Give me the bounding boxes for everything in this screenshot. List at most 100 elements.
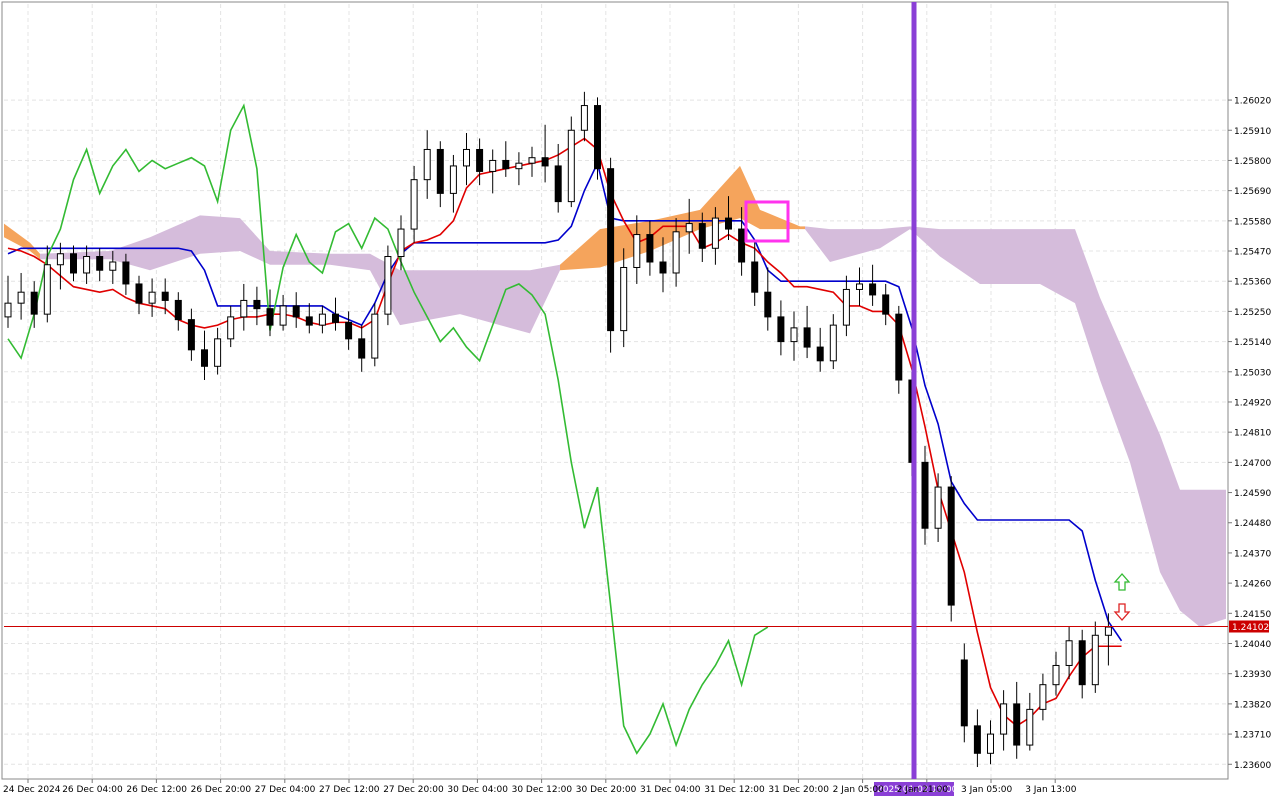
candle-bear	[607, 168, 615, 332]
x-tick-label: 30 Dec 12:00	[512, 785, 573, 795]
candle-bear	[292, 305, 300, 318]
x-tick-label: 3 Jan 05:00	[961, 785, 1013, 795]
candle-bear	[332, 313, 339, 323]
candle-bear	[436, 148, 444, 194]
candle-bull	[397, 228, 405, 258]
candle-bull	[17, 291, 25, 304]
candle-bull	[463, 148, 470, 167]
chart-canvas[interactable]: 1.241022025.01.02 15:00 1.260201.259101.…	[0, 0, 1280, 800]
candle-bull	[1091, 634, 1099, 686]
candle-bull	[711, 217, 719, 249]
candle-bull	[1052, 664, 1060, 686]
y-tick-label: 1.23930	[1234, 670, 1271, 680]
x-tick-label: 31 Dec 12:00	[704, 785, 765, 795]
y-tick-label: 1.24040	[1234, 640, 1271, 650]
candle-bull	[1104, 626, 1112, 636]
candle-bear	[725, 217, 732, 230]
candle-bear	[30, 291, 38, 315]
x-axis: 24 Dec 2024 26 Dec 04:00 26 Dec 12:00 26 De…	[3, 779, 1077, 795]
candle-bear	[266, 308, 274, 326]
candle-bear	[70, 253, 77, 274]
y-tick-label: 1.25470	[1234, 248, 1271, 258]
candle-bull	[567, 129, 575, 203]
candle-bear	[554, 165, 562, 203]
candle-bull	[4, 302, 12, 318]
candle-bull	[620, 266, 628, 332]
candle-bull	[1000, 703, 1008, 735]
x-tick-label: 26 Dec 04:00	[62, 785, 123, 795]
candle-bear	[161, 291, 169, 301]
x-tick-label: 27 Dec 20:00	[383, 785, 444, 795]
candle-bear	[816, 346, 824, 362]
candle-bear	[476, 148, 484, 172]
plot-frame	[1, 1, 1229, 780]
y-tick-label: 1.23710	[1234, 731, 1271, 741]
candle-bull	[633, 234, 641, 268]
candle-bear	[187, 319, 195, 351]
x-tick-label: 24 Dec 2024	[3, 785, 61, 795]
x-tick-label: 30 Dec 20:00	[576, 785, 637, 795]
candle-bull	[489, 159, 497, 172]
y-tick-label: 1.25030	[1234, 368, 1271, 378]
x-tick-label: 27 Dec 12:00	[319, 785, 380, 795]
candle-bear	[122, 261, 130, 285]
x-tick-label: 30 Dec 04:00	[447, 785, 508, 795]
candle-bear	[960, 659, 968, 727]
candle-bear	[594, 105, 601, 170]
candle-bear	[777, 316, 785, 343]
candle-bear	[738, 228, 746, 263]
y-tick-label: 1.25140	[1234, 338, 1271, 348]
candle-bull	[515, 162, 523, 170]
x-tick-label: 31 Dec 20:00	[768, 785, 829, 795]
candle-bull	[279, 305, 287, 326]
candle-bear	[869, 283, 877, 296]
x-tick-label: 2 Jan 05:00	[833, 785, 885, 795]
y-tick-label: 1.24260	[1234, 580, 1271, 590]
candle-bull	[83, 256, 91, 274]
x-tick-label: 31 Dec 04:00	[640, 785, 701, 795]
candle-bull	[43, 264, 51, 315]
candle-bear	[895, 313, 903, 381]
y-axis: 1.26020 1.25910 1.25800 1.25690 1.25580 1.254…	[1228, 97, 1271, 771]
y-tick-label: 1.24480	[1234, 519, 1271, 529]
y-tick-label: 1.24700	[1234, 459, 1271, 469]
candle-bull	[56, 253, 64, 266]
y-tick-label: 1.25360	[1234, 278, 1271, 288]
candle-bull	[449, 165, 457, 194]
current-price-label: 1.24102	[1232, 623, 1269, 633]
y-tick-label: 1.25800	[1234, 157, 1271, 167]
candle-bear	[253, 299, 261, 310]
candle-bull	[1065, 640, 1073, 666]
x-tick-label: 2 Jan 21:00	[897, 785, 949, 795]
y-tick-label: 1.24370	[1234, 549, 1271, 559]
candle-bear	[1013, 703, 1021, 746]
candle-bear	[345, 321, 353, 340]
candle-bear	[96, 256, 104, 271]
candle-bear	[698, 223, 706, 249]
y-tick-label: 1.25250	[1234, 308, 1271, 318]
candle-bull	[842, 288, 850, 326]
candle-bear	[882, 294, 890, 315]
x-tick-label: 3 Jan 13:00	[1025, 785, 1077, 795]
candle-bull	[685, 223, 693, 233]
candle-bull	[829, 324, 837, 362]
candle-bear	[358, 338, 366, 359]
y-tick-label: 1.25910	[1234, 127, 1271, 137]
candle-bull	[790, 327, 798, 343]
candle-bear	[541, 157, 549, 167]
candle-bear	[1078, 640, 1086, 686]
candle-bear	[659, 261, 667, 274]
ichimoku-chart[interactable]: 1.24102 2025.01.02 15:00 1.26020 1.25910 1.…	[0, 0, 1280, 800]
y-tick-label: 1.24590	[1234, 489, 1271, 499]
candle-bull	[1039, 684, 1047, 710]
candle-bull	[318, 313, 326, 326]
candle-bull	[1026, 708, 1034, 746]
y-tick-label: 1.24920	[1234, 398, 1271, 408]
y-tick-label: 1.24150	[1234, 610, 1271, 620]
candle-bull	[580, 105, 588, 131]
candle-bear	[646, 234, 654, 263]
candle-bull	[934, 486, 942, 529]
x-tick-label: 26 Dec 20:00	[191, 785, 252, 795]
candle-bear	[751, 261, 759, 293]
candle-bull	[528, 157, 536, 164]
